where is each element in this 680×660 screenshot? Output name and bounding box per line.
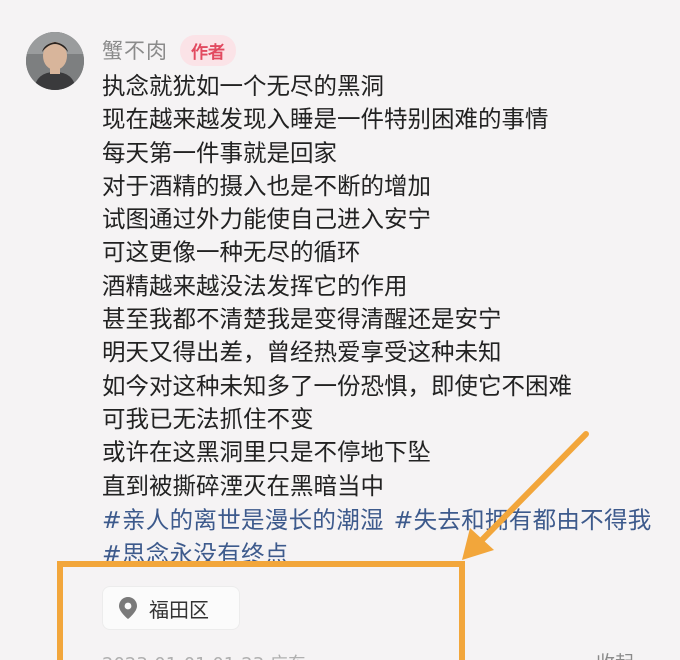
post-line: 试图通过外力能使自己进入安宁 xyxy=(102,205,431,234)
post-line: 直到被撕碎湮灭在黑暗当中 xyxy=(102,471,384,500)
location-chip[interactable]: 福田区 xyxy=(102,586,240,630)
location-label: 福田区 xyxy=(149,597,209,622)
author-row: 蟹不肉 作者 xyxy=(102,34,236,66)
hashtag-link[interactable]: #亲人的离世是漫长的潮湿 xyxy=(102,506,384,534)
hashtag-link[interactable]: #思念永没有终点 xyxy=(102,540,289,567)
avatar-photo xyxy=(26,32,84,90)
post-line: 如今对这种未知多了一份恐惧，即使它不困难 xyxy=(102,371,572,400)
post-line: 每天第一件事就是回家 xyxy=(102,138,337,167)
author-avatar[interactable] xyxy=(26,32,84,90)
hashtag-list: #亲人的离世是漫长的潮湿 #失去和拥有都由不得我 #思念永没有终点 xyxy=(102,503,662,567)
post-line: 或许在这黑洞里只是不停地下坠 xyxy=(102,438,431,467)
hashtag-link[interactable]: #失去和拥有都由不得我 xyxy=(394,506,652,534)
post-timestamp: 2023-01-01 01:23 广东 xyxy=(102,650,306,660)
post-line: 可这更像一种无尽的循环 xyxy=(102,238,361,267)
post-line: 明天又得出差，曾经热爱享受这种未知 xyxy=(102,338,502,367)
post-detail: 蟹不肉 作者 执念就犹如一个无尽的黑洞 现在越来越发现入睡是一件特别困难的事情 … xyxy=(0,0,680,660)
post-line: 现在越来越发现入睡是一件特别困难的事情 xyxy=(102,105,549,134)
post-line: 酒精越来越没法发挥它的作用 xyxy=(102,271,408,300)
post-line: 可我已无法抓住不变 xyxy=(102,404,314,433)
author-badge: 作者 xyxy=(180,34,236,66)
location-pin-icon xyxy=(119,597,137,619)
post-line: 甚至我都不清楚我是变得清醒还是安宁 xyxy=(102,305,502,334)
author-name[interactable]: 蟹不肉 xyxy=(102,35,168,65)
post-body: 执念就犹如一个无尽的黑洞 现在越来越发现入睡是一件特别困难的事情 每天第一件事就… xyxy=(102,70,672,503)
collapse-button[interactable]: 收起 xyxy=(596,648,634,660)
post-line: 执念就犹如一个无尽的黑洞 xyxy=(102,72,384,100)
post-line: 对于酒精的摄入也是不断的增加 xyxy=(102,171,431,200)
